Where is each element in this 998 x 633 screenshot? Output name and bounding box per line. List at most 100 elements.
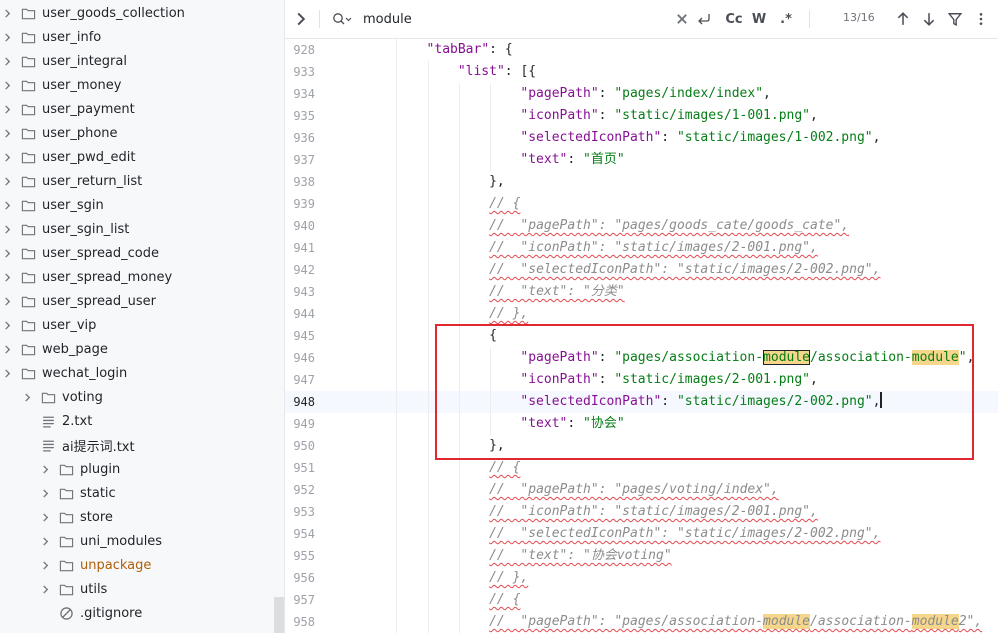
chevron-right-icon[interactable] <box>0 54 14 68</box>
tree-folder-item[interactable]: user_sgin <box>0 193 274 217</box>
sidebar-scrollbar[interactable] <box>274 597 284 633</box>
tree-folder-item[interactable]: user_info <box>0 25 274 49</box>
tree-folder-item[interactable]: wechat_login <box>0 361 274 385</box>
tree-folder-item[interactable]: user_integral <box>0 49 274 73</box>
code-punctuation: : <box>598 372 615 387</box>
indent-guide <box>396 545 398 567</box>
match-case-toggle[interactable]: Cc <box>723 10 745 28</box>
code-line[interactable]: 928 "tabBar": { <box>285 39 998 61</box>
chevron-right-icon[interactable] <box>38 558 52 572</box>
expand-replace-chevron-icon[interactable] <box>293 11 309 27</box>
previous-occurrence-icon[interactable] <box>895 11 911 27</box>
code-line[interactable]: 944 // }, <box>285 303 998 325</box>
indent-guide <box>427 347 429 369</box>
whole-words-toggle[interactable]: W <box>749 10 769 28</box>
tree-folder-item[interactable]: user_spread_code <box>0 241 274 265</box>
chevron-right-icon[interactable] <box>38 582 52 596</box>
chevron-right-icon[interactable] <box>0 150 14 164</box>
code-line[interactable]: 942 // "selectedIconPath": "static/images… <box>285 259 998 281</box>
tree-folder-item[interactable]: user_phone <box>0 121 274 145</box>
code-line[interactable]: 956 // }, <box>285 567 998 589</box>
code-line[interactable]: 940 // "pagePath": "pages/goods_cate/good… <box>285 215 998 237</box>
code-line[interactable]: 945 { <box>285 325 998 347</box>
code-line[interactable]: 955 // "text": "协会voting" <box>285 545 998 567</box>
tree-folder-item[interactable]: user_spread_money <box>0 265 274 289</box>
tree-folder-item[interactable]: user_spread_user <box>0 289 274 313</box>
tree-folder-item[interactable]: user_return_list <box>0 169 274 193</box>
code-line[interactable]: 937 "text": "首页" <box>285 149 998 171</box>
code-text: "list": [{ <box>458 61 536 83</box>
code-line[interactable]: 946 "pagePath": "pages/association-module… <box>285 347 998 369</box>
tree-folder-item[interactable]: user_goods_collection <box>0 1 274 25</box>
code-line[interactable]: 943 // "text": "分类" <box>285 281 998 303</box>
code-line[interactable]: 935 "iconPath": "static/images/1-001.png"… <box>285 105 998 127</box>
chevron-right-icon[interactable] <box>0 6 14 20</box>
clear-search-icon[interactable] <box>675 12 689 26</box>
search-history-icon[interactable] <box>331 11 353 27</box>
tree-folder-item[interactable]: plugin <box>0 457 284 481</box>
search-input[interactable] <box>363 8 663 30</box>
code-line[interactable]: 957 // { <box>285 589 998 611</box>
code-line[interactable]: 953 // "iconPath": "static/images/2-001.p… <box>285 501 998 523</box>
tree-folder-item[interactable]: user_money <box>0 73 274 97</box>
tree-folder-item[interactable]: user_sgin_list <box>0 217 274 241</box>
code-line[interactable]: 952 // "pagePath": "pages/voting/index", <box>285 479 998 501</box>
code-line[interactable]: 947 "iconPath": "static/images/2-001.png"… <box>285 369 998 391</box>
more-options-icon[interactable] <box>973 11 989 27</box>
tree-folder-item[interactable]: unpackage <box>0 553 284 577</box>
code-line[interactable]: 951 // { <box>285 457 998 479</box>
chevron-right-icon[interactable] <box>0 270 14 284</box>
chevron-right-icon[interactable] <box>0 102 14 116</box>
code-line[interactable]: 941 // "iconPath": "static/images/2-001.p… <box>285 237 998 259</box>
chevron-right-icon[interactable] <box>0 294 14 308</box>
chevron-right-icon[interactable] <box>0 366 14 380</box>
tree-folder-item[interactable]: voting <box>0 385 284 409</box>
chevron-right-icon[interactable] <box>38 486 52 500</box>
tree-folder-item[interactable]: store <box>0 505 284 529</box>
code-line[interactable]: 936 "selectedIconPath": "static/images/1-… <box>285 127 998 149</box>
tree-item-label: user_goods_collection <box>42 5 185 21</box>
chevron-right-icon[interactable] <box>0 174 14 188</box>
tree-file-item[interactable]: 2.txt <box>0 409 284 433</box>
code-line[interactable]: 958 // "pagePath": "pages/association-mod… <box>285 611 998 633</box>
code-line[interactable]: 950}, <box>285 435 998 457</box>
tree-folder-item[interactable]: uni_modules <box>0 529 284 553</box>
code-line[interactable]: 939 // { <box>285 193 998 215</box>
code-line[interactable]: 948 "selectedIconPath": "static/images/2-… <box>285 391 998 413</box>
chevron-right-icon[interactable] <box>0 222 14 236</box>
tree-folder-item[interactable]: user_vip <box>0 313 274 337</box>
tree-folder-item[interactable]: web_page <box>0 337 274 361</box>
chevron-right-icon[interactable] <box>0 342 14 356</box>
line-number: 950 <box>293 439 315 453</box>
code-comment: // "iconPath": "static/images/2-001.png"… <box>489 240 818 255</box>
filter-icon[interactable] <box>947 11 963 27</box>
new-line-icon[interactable] <box>695 11 713 27</box>
chevron-right-icon[interactable] <box>0 246 14 260</box>
chevron-right-icon[interactable] <box>20 390 34 404</box>
chevron-right-icon[interactable] <box>0 30 14 44</box>
tree-folder-item[interactable]: user_pwd_edit <box>0 145 274 169</box>
tree-file-item[interactable]: ai提示词.txt <box>0 433 284 457</box>
tree-file-item[interactable]: .gitignore <box>0 601 284 625</box>
chevron-right-icon[interactable] <box>0 78 14 92</box>
tree-folder-item[interactable]: static <box>0 481 284 505</box>
chevron-right-icon[interactable] <box>38 510 52 524</box>
code-line[interactable]: 954 // "selectedIconPath": "static/images… <box>285 523 998 545</box>
code-line[interactable]: 949 "text": "协会" <box>285 413 998 435</box>
code-line[interactable]: 938}, <box>285 171 998 193</box>
match-count: 13/16 <box>843 11 875 24</box>
code-punctuation: , <box>810 372 818 387</box>
chevron-right-icon[interactable] <box>0 126 14 140</box>
tree-folder-item[interactable]: user_payment <box>0 97 274 121</box>
code-editor[interactable]: 928 "tabBar": {933 "list": [{934 "pagePath"… <box>285 39 998 633</box>
code-line[interactable]: 934 "pagePath": "pages/index/index", <box>285 83 998 105</box>
regex-toggle[interactable]: .* <box>775 10 797 28</box>
chevron-right-icon[interactable] <box>38 534 52 548</box>
code-text: // "pagePath": "pages/association-module… <box>489 611 982 633</box>
next-occurrence-icon[interactable] <box>921 11 937 27</box>
chevron-right-icon[interactable] <box>38 462 52 476</box>
chevron-right-icon[interactable] <box>0 198 14 212</box>
code-line[interactable]: 933 "list": [{ <box>285 61 998 83</box>
tree-folder-item[interactable]: utils <box>0 577 284 601</box>
chevron-right-icon[interactable] <box>0 318 14 332</box>
